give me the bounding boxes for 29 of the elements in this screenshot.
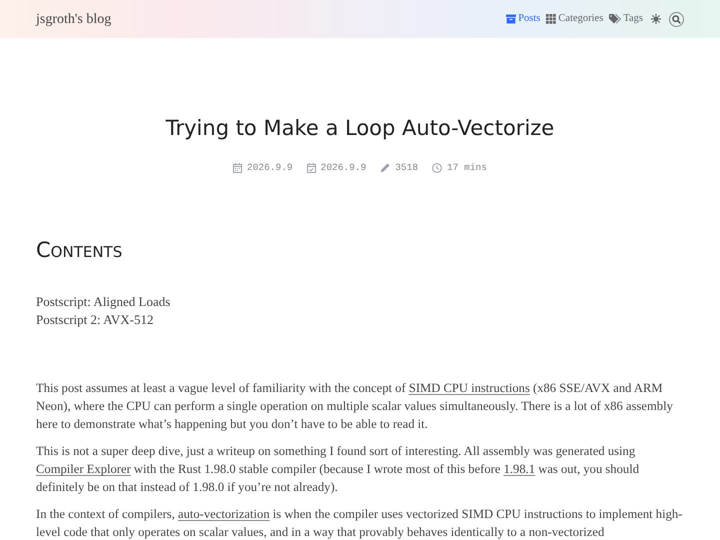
tags-icon xyxy=(609,14,622,24)
grid-icon xyxy=(546,14,556,24)
search-button[interactable] xyxy=(669,12,684,26)
body-paragraph: This is not a super deep dive, just a writeup on something I found sort of interesting. All assembly was generated using Compiler Explorer with the Rust 1.98.0 stable compiler (because I wrote most of this before 1.98.1 was out, you should definitely be on that instead of 1.98.0 if you’re not already). xyxy=(36,443,640,496)
clock-icon xyxy=(432,163,442,174)
calendar-icon xyxy=(233,163,242,174)
meta-text: 2026.9.9 xyxy=(320,161,366,175)
theme-toggle-icon[interactable] xyxy=(651,14,661,24)
calendar-check-icon xyxy=(306,163,316,174)
meta-text: 2026.9.9 xyxy=(247,161,293,175)
search-icon xyxy=(672,14,681,24)
nav-link[interactable]: Categories xyxy=(546,11,604,27)
nav-link[interactable]: Tags xyxy=(609,11,643,27)
pencil-icon xyxy=(380,163,390,174)
contents-link[interactable]: Postscript 2: AVX-512 xyxy=(36,312,154,328)
nav-link[interactable]: Posts xyxy=(506,11,540,27)
meta-text: 3518 xyxy=(395,161,418,175)
body-paragraph: In the context of compilers, auto-vectorization is when the compiler uses vectorized SIMD CPU instructions to implement high-level code that only operates on scalar values, and in a way that provably behaves identically to a non-vectorized xyxy=(36,506,684,540)
meta-text: 17 mins xyxy=(447,161,487,175)
post-title: Trying to Make a Loop Auto-Vectorize xyxy=(164,115,556,142)
inline-link[interactable]: SIMD CPU instructions xyxy=(408,381,530,396)
body-paragraph: This post assumes at least a vague level of familiarity with the concept of SIMD CPU instructions (x86 SSE/AVX and ARM Neon), where the CPU can perform a single operation on multiple scalar values simultaneously. There is a lot of x86 assembly here to demonstrate what’s happening but you don’t have to be able to read it. xyxy=(36,380,674,434)
site-title[interactable]: jsgroth's blog xyxy=(36,8,112,30)
contents-heading: Contents xyxy=(36,237,124,264)
inline-link[interactable]: 1.98.1 xyxy=(504,462,536,476)
inline-link[interactable]: auto-vectorization xyxy=(178,507,270,522)
inline-link[interactable]: Compiler Explorer xyxy=(36,462,131,476)
archive-icon xyxy=(506,14,516,24)
contents-link[interactable]: Postscript: Aligned Loads xyxy=(36,294,170,310)
